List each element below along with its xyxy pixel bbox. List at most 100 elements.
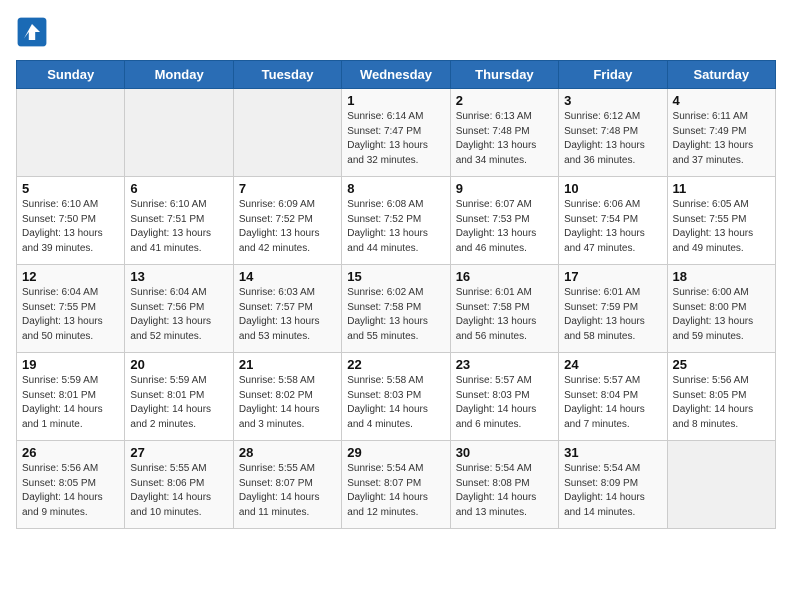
day-info: Sunrise: 6:02 AM Sunset: 7:58 PM Dayligh… xyxy=(347,286,444,344)
day-number: 18 xyxy=(673,269,770,284)
calendar-cell: 16 Sunrise: 6:01 AM Sunset: 7:58 PM Dayli… xyxy=(450,265,558,353)
day-info: Sunrise: 6:04 AM Sunset: 7:55 PM Dayligh… xyxy=(22,286,119,344)
day-info: Sunrise: 6:03 AM Sunset: 7:57 PM Dayligh… xyxy=(239,286,336,344)
day-number: 31 xyxy=(564,445,661,460)
logo-icon xyxy=(16,16,48,48)
day-info: Sunrise: 5:58 AM Sunset: 8:02 PM Dayligh… xyxy=(239,374,336,432)
weekday-wednesday: Wednesday xyxy=(342,61,450,89)
weekday-header-row: SundayMondayTuesdayWednesdayThursdayFrid… xyxy=(17,61,776,89)
day-info: Sunrise: 6:10 AM Sunset: 7:51 PM Dayligh… xyxy=(130,198,227,256)
calendar-cell: 19 Sunrise: 5:59 AM Sunset: 8:01 PM Dayli… xyxy=(17,353,125,441)
day-number: 22 xyxy=(347,357,444,372)
calendar-cell: 28Sunrise: 5:55 AM Sunset: 8:07 PM Dayli… xyxy=(233,441,341,529)
calendar-cell: 13 Sunrise: 6:04 AM Sunset: 7:56 PM Dayli… xyxy=(125,265,233,353)
calendar-cell: 11 Sunrise: 6:05 AM Sunset: 7:55 PM Dayli… xyxy=(667,177,775,265)
day-number: 11 xyxy=(673,181,770,196)
calendar-header: SundayMondayTuesdayWednesdayThursdayFrid… xyxy=(17,61,776,89)
weekday-sunday: Sunday xyxy=(17,61,125,89)
calendar-cell: 25Sunrise: 5:56 AM Sunset: 8:05 PM Dayli… xyxy=(667,353,775,441)
day-info: Sunrise: 5:55 AM Sunset: 8:07 PM Dayligh… xyxy=(239,462,336,520)
day-number: 14 xyxy=(239,269,336,284)
day-info: Sunrise: 6:00 AM Sunset: 8:00 PM Dayligh… xyxy=(673,286,770,344)
day-info: Sunrise: 6:01 AM Sunset: 7:59 PM Dayligh… xyxy=(564,286,661,344)
calendar-cell xyxy=(125,89,233,177)
calendar-cell: 27Sunrise: 5:55 AM Sunset: 8:06 PM Dayli… xyxy=(125,441,233,529)
day-info: Sunrise: 6:09 AM Sunset: 7:52 PM Dayligh… xyxy=(239,198,336,256)
day-number: 15 xyxy=(347,269,444,284)
calendar-cell: 5 Sunrise: 6:10 AM Sunset: 7:50 PM Daylig… xyxy=(17,177,125,265)
day-info: Sunrise: 5:58 AM Sunset: 8:03 PM Dayligh… xyxy=(347,374,444,432)
calendar-cell: 1 Sunrise: 6:14 AM Sunset: 7:47 PM Daylig… xyxy=(342,89,450,177)
day-number: 16 xyxy=(456,269,553,284)
day-number: 8 xyxy=(347,181,444,196)
calendar-cell: 6 Sunrise: 6:10 AM Sunset: 7:51 PM Daylig… xyxy=(125,177,233,265)
day-number: 2 xyxy=(456,93,553,108)
day-number: 19 xyxy=(22,357,119,372)
day-info: Sunrise: 6:04 AM Sunset: 7:56 PM Dayligh… xyxy=(130,286,227,344)
day-number: 5 xyxy=(22,181,119,196)
calendar-week-2: 5 Sunrise: 6:10 AM Sunset: 7:50 PM Daylig… xyxy=(17,177,776,265)
day-number: 10 xyxy=(564,181,661,196)
day-info: Sunrise: 5:54 AM Sunset: 8:07 PM Dayligh… xyxy=(347,462,444,520)
calendar-cell: 8 Sunrise: 6:08 AM Sunset: 7:52 PM Daylig… xyxy=(342,177,450,265)
calendar-cell: 21 Sunrise: 5:58 AM Sunset: 8:02 PM Dayli… xyxy=(233,353,341,441)
day-number: 1 xyxy=(347,93,444,108)
calendar-cell: 7Sunrise: 6:09 AM Sunset: 7:52 PM Daylig… xyxy=(233,177,341,265)
day-number: 30 xyxy=(456,445,553,460)
day-info: Sunrise: 6:07 AM Sunset: 7:53 PM Dayligh… xyxy=(456,198,553,256)
day-info: Sunrise: 6:05 AM Sunset: 7:55 PM Dayligh… xyxy=(673,198,770,256)
day-info: Sunrise: 5:56 AM Sunset: 8:05 PM Dayligh… xyxy=(22,462,119,520)
day-number: 12 xyxy=(22,269,119,284)
day-number: 6 xyxy=(130,181,227,196)
day-number: 13 xyxy=(130,269,227,284)
day-info: Sunrise: 5:59 AM Sunset: 8:01 PM Dayligh… xyxy=(130,374,227,432)
calendar-cell: 12 Sunrise: 6:04 AM Sunset: 7:55 PM Dayli… xyxy=(17,265,125,353)
day-info: Sunrise: 5:54 AM Sunset: 8:09 PM Dayligh… xyxy=(564,462,661,520)
day-number: 29 xyxy=(347,445,444,460)
calendar-cell: 10Sunrise: 6:06 AM Sunset: 7:54 PM Dayli… xyxy=(559,177,667,265)
calendar-cell: 4 Sunrise: 6:11 AM Sunset: 7:49 PM Daylig… xyxy=(667,89,775,177)
calendar-cell xyxy=(667,441,775,529)
day-info: Sunrise: 6:01 AM Sunset: 7:58 PM Dayligh… xyxy=(456,286,553,344)
calendar-cell: 24 Sunrise: 5:57 AM Sunset: 8:04 PM Dayli… xyxy=(559,353,667,441)
calendar-cell: 29 Sunrise: 5:54 AM Sunset: 8:07 PM Dayli… xyxy=(342,441,450,529)
day-info: Sunrise: 6:13 AM Sunset: 7:48 PM Dayligh… xyxy=(456,110,553,168)
day-info: Sunrise: 5:57 AM Sunset: 8:04 PM Dayligh… xyxy=(564,374,661,432)
calendar-cell: 9 Sunrise: 6:07 AM Sunset: 7:53 PM Daylig… xyxy=(450,177,558,265)
calendar-cell: 2 Sunrise: 6:13 AM Sunset: 7:48 PM Daylig… xyxy=(450,89,558,177)
day-info: Sunrise: 6:14 AM Sunset: 7:47 PM Dayligh… xyxy=(347,110,444,168)
day-number: 26 xyxy=(22,445,119,460)
day-number: 23 xyxy=(456,357,553,372)
day-number: 9 xyxy=(456,181,553,196)
calendar-cell: 14 Sunrise: 6:03 AM Sunset: 7:57 PM Dayli… xyxy=(233,265,341,353)
day-info: Sunrise: 5:59 AM Sunset: 8:01 PM Dayligh… xyxy=(22,374,119,432)
calendar-cell: 23 Sunrise: 5:57 AM Sunset: 8:03 PM Dayli… xyxy=(450,353,558,441)
calendar-cell: 3 Sunrise: 6:12 AM Sunset: 7:48 PM Daylig… xyxy=(559,89,667,177)
day-info: Sunrise: 6:10 AM Sunset: 7:50 PM Dayligh… xyxy=(22,198,119,256)
calendar-cell xyxy=(233,89,341,177)
weekday-monday: Monday xyxy=(125,61,233,89)
calendar-week-1: 1 Sunrise: 6:14 AM Sunset: 7:47 PM Daylig… xyxy=(17,89,776,177)
day-number: 3 xyxy=(564,93,661,108)
day-number: 21 xyxy=(239,357,336,372)
calendar-week-3: 12 Sunrise: 6:04 AM Sunset: 7:55 PM Dayli… xyxy=(17,265,776,353)
calendar-week-5: 26 Sunrise: 5:56 AM Sunset: 8:05 PM Dayli… xyxy=(17,441,776,529)
calendar-table: SundayMondayTuesdayWednesdayThursdayFrid… xyxy=(16,60,776,529)
calendar-cell xyxy=(17,89,125,177)
day-info: Sunrise: 5:56 AM Sunset: 8:05 PM Dayligh… xyxy=(673,374,770,432)
calendar-cell: 26 Sunrise: 5:56 AM Sunset: 8:05 PM Dayli… xyxy=(17,441,125,529)
calendar-cell: 22 Sunrise: 5:58 AM Sunset: 8:03 PM Dayli… xyxy=(342,353,450,441)
day-info: Sunrise: 5:54 AM Sunset: 8:08 PM Dayligh… xyxy=(456,462,553,520)
day-info: Sunrise: 5:57 AM Sunset: 8:03 PM Dayligh… xyxy=(456,374,553,432)
day-info: Sunrise: 6:11 AM Sunset: 7:49 PM Dayligh… xyxy=(673,110,770,168)
logo xyxy=(16,16,52,48)
calendar-cell: 30 Sunrise: 5:54 AM Sunset: 8:08 PM Dayli… xyxy=(450,441,558,529)
calendar-cell: 15 Sunrise: 6:02 AM Sunset: 7:58 PM Dayli… xyxy=(342,265,450,353)
calendar-cell: 20Sunrise: 5:59 AM Sunset: 8:01 PM Dayli… xyxy=(125,353,233,441)
calendar-week-4: 19 Sunrise: 5:59 AM Sunset: 8:01 PM Dayli… xyxy=(17,353,776,441)
day-number: 4 xyxy=(673,93,770,108)
weekday-tuesday: Tuesday xyxy=(233,61,341,89)
day-info: Sunrise: 6:08 AM Sunset: 7:52 PM Dayligh… xyxy=(347,198,444,256)
day-info: Sunrise: 6:12 AM Sunset: 7:48 PM Dayligh… xyxy=(564,110,661,168)
day-number: 24 xyxy=(564,357,661,372)
